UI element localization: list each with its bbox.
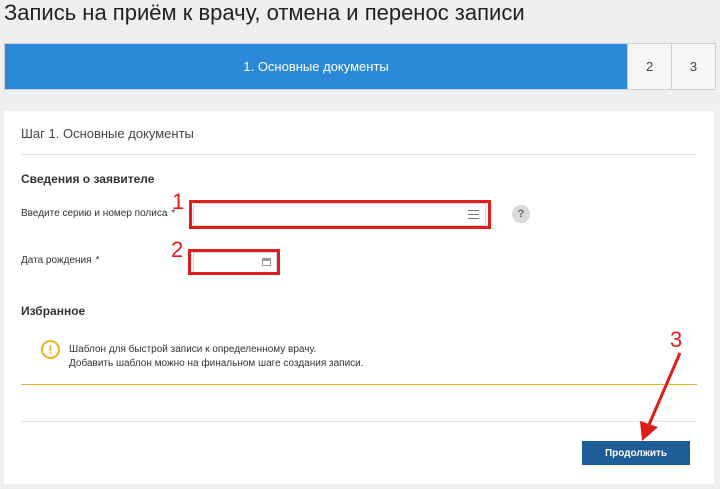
step-1-tab[interactable]: 1. Основные документы [5,44,628,89]
annotation-arrow [640,352,682,441]
notice-divider [21,384,697,385]
form-card: Шаг 1. Основные документы Сведения о зая… [4,111,714,484]
step-2-tab[interactable]: 2 [627,44,672,89]
annotation-marker-1: 1 [172,189,185,214]
favorites-section-title: Избранное [21,304,86,318]
help-icon[interactable]: ? [512,205,530,223]
stepper: 1. Основные документы 2 3 [4,43,716,90]
card-title: Шаг 1. Основные документы [21,126,194,141]
page-title: Запись на приём к врачу, отмена и перено… [4,0,525,25]
divider [21,154,697,155]
policy-label-text: Введите серию и номер полиса [21,208,168,219]
birthdate-label: Дата рождения * [21,255,99,266]
policy-label: Введите серию и номер полиса * [21,208,175,219]
warning-icon: ! [41,340,60,359]
divider [21,421,697,422]
applicant-section-title: Сведения о заявителе [21,172,155,186]
annotation-box-2 [188,249,280,275]
step-3-tab[interactable]: 3 [671,44,715,89]
birthdate-label-text: Дата рождения [21,255,92,266]
notice-text-line2: Добавить шаблон можно на финальном шаге … [69,358,364,369]
notice-text-line1: Шаблон для быстрой записи к определенном… [69,344,317,355]
annotation-box-1 [189,200,491,229]
required-mark: * [95,255,100,266]
annotation-marker-2: 2 [171,237,184,262]
